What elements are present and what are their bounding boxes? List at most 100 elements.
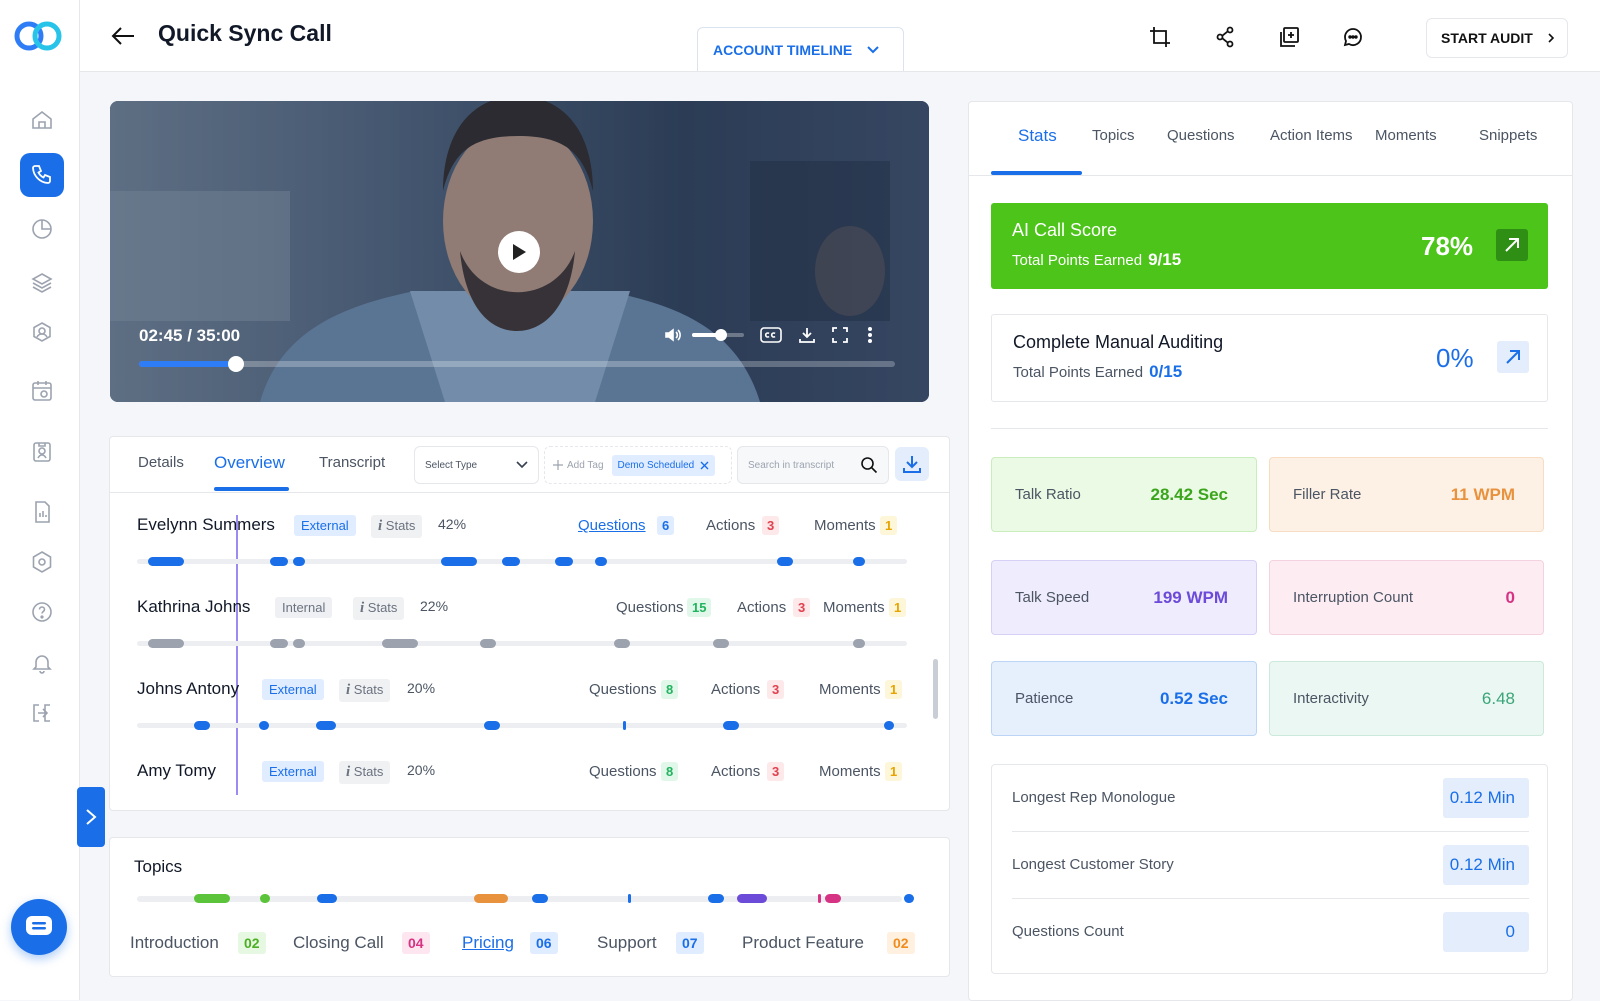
stats-button[interactable]: i Stats (353, 597, 404, 620)
speech-segment[interactable] (614, 639, 630, 648)
tab-topics[interactable]: Topics (1092, 127, 1135, 144)
stats-button[interactable]: i Stats (371, 515, 422, 538)
speech-segment[interactable] (441, 557, 477, 566)
nav-settings-icon[interactable] (20, 540, 64, 584)
tab-stats[interactable]: Stats (1018, 126, 1057, 146)
tab-details[interactable]: Details (138, 454, 184, 471)
metric-talk-speed[interactable]: Talk Speed 199 WPM (991, 560, 1257, 635)
moments-label[interactable]: Moments (819, 681, 881, 698)
topics-timeline[interactable] (137, 896, 902, 902)
speech-segment[interactable] (194, 721, 210, 730)
metric-interactivity[interactable]: Interactivity 6.48 (1269, 661, 1544, 736)
volume-knob[interactable] (715, 329, 727, 341)
moments-label[interactable]: Moments (823, 599, 885, 616)
speech-segment[interactable] (623, 721, 626, 730)
questions-label[interactable]: Questions (589, 681, 657, 698)
topic-segment[interactable] (317, 894, 337, 903)
back-arrow-icon[interactable] (110, 24, 136, 48)
speech-segment[interactable] (884, 721, 894, 730)
volume-icon[interactable] (663, 325, 683, 345)
questions-link[interactable]: Questions (578, 517, 646, 534)
nav-bell-icon[interactable] (20, 641, 64, 685)
topic-label[interactable]: Support (597, 933, 657, 953)
speech-segment[interactable] (270, 557, 288, 566)
start-audit-button[interactable]: START AUDIT (1426, 18, 1568, 58)
topic-segment[interactable] (737, 894, 767, 903)
stats-button[interactable]: i Stats (339, 679, 390, 702)
actions-label[interactable]: Actions (706, 517, 755, 534)
open-ai-score-button[interactable] (1496, 229, 1528, 261)
actions-label[interactable]: Actions (737, 599, 786, 616)
speech-segment[interactable] (382, 639, 418, 648)
speech-segment[interactable] (148, 639, 184, 648)
speech-segment[interactable] (713, 639, 729, 648)
close-icon[interactable] (700, 461, 709, 470)
speaker-timeline[interactable] (137, 723, 907, 728)
nav-clock-icon[interactable] (20, 207, 64, 251)
nav-logout-icon[interactable] (20, 691, 64, 735)
nav-layers-icon[interactable] (20, 261, 64, 305)
metric-talk-ratio[interactable]: Talk Ratio 28.42 Sec (991, 457, 1257, 532)
topic-segment[interactable] (474, 894, 508, 903)
volume-slider[interactable] (692, 333, 744, 337)
tab-overview[interactable]: Overview (214, 453, 285, 473)
nav-report-icon[interactable] (20, 490, 64, 534)
closed-captions-icon[interactable] (759, 325, 783, 345)
speech-segment[interactable] (316, 721, 336, 730)
topic-segment[interactable] (818, 894, 821, 903)
speech-segment[interactable] (723, 721, 739, 730)
metric-patience[interactable]: Patience 0.52 Sec (991, 661, 1257, 736)
speech-segment[interactable] (777, 557, 793, 566)
crop-icon[interactable] (1148, 25, 1172, 49)
nav-id-badge-icon[interactable] (20, 430, 64, 474)
moments-label[interactable]: Moments (819, 763, 881, 780)
speech-segment[interactable] (484, 721, 500, 730)
topic-segment[interactable] (708, 894, 724, 903)
transcript-search[interactable]: Search in transcript (737, 446, 889, 484)
fullscreen-icon[interactable] (830, 325, 850, 345)
speech-segment[interactable] (853, 639, 865, 648)
tab-questions[interactable]: Questions (1167, 127, 1235, 144)
speech-segment[interactable] (270, 639, 288, 648)
stats-button[interactable]: i Stats (339, 761, 390, 784)
video-progress-knob[interactable] (228, 356, 244, 372)
add-tag-button[interactable]: Add Tag (553, 460, 604, 471)
tab-action-items[interactable]: Action Items (1270, 127, 1353, 144)
topic-label[interactable]: Pricing (462, 933, 514, 953)
app-logo[interactable] (14, 20, 62, 52)
questions-label[interactable]: Questions (616, 599, 684, 616)
nav-phone-icon[interactable] (20, 153, 64, 197)
speaker-timeline[interactable] (137, 641, 907, 646)
actions-label[interactable]: Actions (711, 763, 760, 780)
speech-segment[interactable] (555, 557, 573, 566)
speech-segment[interactable] (595, 557, 607, 566)
topic-segment[interactable] (825, 894, 841, 903)
search-icon[interactable] (860, 456, 878, 474)
add-clip-icon[interactable] (1277, 25, 1301, 49)
nav-user-gear-icon[interactable] (20, 311, 64, 355)
speech-segment[interactable] (480, 639, 496, 648)
topic-label[interactable]: Closing Call (293, 933, 384, 953)
topic-segment[interactable] (194, 894, 230, 903)
nav-calendar-icon[interactable] (20, 369, 64, 413)
video-progress-bar[interactable] (139, 361, 895, 367)
video-player[interactable]: 02:45 / 35:00 (110, 101, 929, 402)
actions-label[interactable]: Actions (711, 681, 760, 698)
ai-call-score-card[interactable]: AI Call Score Total Points Earned9/15 78… (991, 203, 1548, 289)
manual-auditing-card[interactable]: Complete Manual Auditing Total Points Ea… (991, 314, 1548, 402)
speech-segment[interactable] (502, 557, 520, 566)
scrollbar[interactable] (933, 659, 938, 719)
chat-support-button[interactable] (11, 899, 67, 955)
download-transcript-button[interactable] (895, 447, 929, 481)
speech-segment[interactable] (293, 557, 305, 566)
questions-label[interactable]: Questions (589, 763, 657, 780)
metric-interruption-count[interactable]: Interruption Count 0 (1269, 560, 1544, 635)
speech-segment[interactable] (148, 557, 184, 566)
open-manual-audit-button[interactable] (1497, 341, 1529, 373)
topic-segment[interactable] (904, 894, 914, 903)
speech-segment[interactable] (293, 639, 305, 648)
download-icon[interactable] (797, 325, 817, 345)
share-icon[interactable] (1213, 25, 1237, 49)
moments-label[interactable]: Moments (814, 517, 876, 534)
speaker-timeline[interactable] (137, 559, 907, 564)
